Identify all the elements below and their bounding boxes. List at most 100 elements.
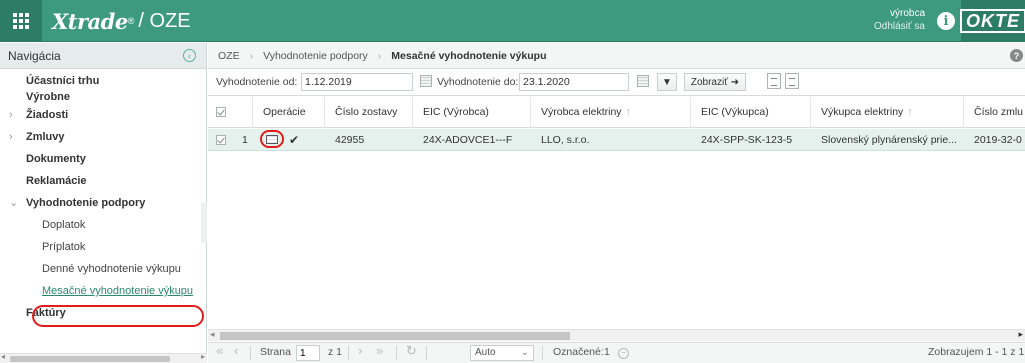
sidebar-header: Navigácia ‹	[0, 43, 206, 69]
pager-divider	[396, 346, 397, 360]
calendar-icon[interactable]	[637, 75, 649, 87]
navigation-sidebar: Navigácia ‹ Účastníci trhu Výrobne › Žiad…	[0, 43, 207, 363]
select-all-checkbox[interactable]	[216, 107, 226, 117]
grid-horizontal-scrollbar[interactable]: ◂ ▸	[208, 329, 1025, 341]
sidebar-scrollbar[interactable]: ◂ ▸	[0, 352, 207, 363]
export-excel-icon[interactable]	[767, 73, 781, 89]
logout-link[interactable]: Odhlásiť sa	[874, 20, 925, 33]
info-icon[interactable]: i	[937, 12, 955, 30]
grid-scroll-thumb[interactable]	[220, 332, 570, 340]
sidebar-item-reklamacie[interactable]: Reklamácie	[0, 170, 200, 192]
select-all-header[interactable]	[208, 97, 253, 128]
sidebar-menu: Účastníci trhu Výrobne › Žiadosti › Zmluvy…	[0, 70, 200, 324]
help-icon[interactable]: ?	[1010, 49, 1023, 62]
row-index: 1	[242, 134, 248, 146]
show-button-label: Zobraziť	[690, 76, 728, 88]
column-header-cislo-zmluvy[interactable]: Číslo zmlu	[964, 97, 1025, 128]
pager-divider	[348, 346, 349, 360]
chevron-down-icon: ⌄	[520, 347, 529, 358]
page-input[interactable]	[296, 345, 320, 361]
next-page-icon[interactable]: ›	[358, 343, 362, 358]
pager-divider	[542, 346, 543, 360]
cell-cislo-zmluvy: 2019-32-0	[974, 134, 1022, 146]
cell-vykupca: Slovenský plynárenský prie...	[821, 134, 957, 146]
sidebar-item-doplatok[interactable]: Doplatok	[0, 214, 200, 236]
sidebar-item-ziadosti[interactable]: › Žiadosti	[0, 104, 200, 126]
sidebar-title: Navigácia	[8, 48, 61, 63]
page-count: z 1	[328, 346, 343, 358]
first-page-icon[interactable]: «	[216, 343, 223, 358]
brand-name: Xtrade	[52, 8, 128, 34]
arrow-right-icon: ➜	[730, 76, 740, 88]
table-row[interactable]: 1 ✔ 42955 24X-ADOVCE1---F LLO, s.r.o. 24…	[208, 129, 1025, 151]
scroll-right-icon[interactable]: ▸	[1018, 329, 1023, 340]
chevron-down-icon: ⌄	[9, 197, 19, 209]
column-header-vykupca[interactable]: Výkupca elektriny ↑	[811, 97, 964, 128]
filter-icon[interactable]: ▼	[657, 73, 677, 91]
user-box: výrobca Odhlásiť sa	[874, 7, 925, 33]
filter-bar: Vyhodnotenie od: Vyhodnotenie do: ▼ Zobr…	[208, 69, 1025, 96]
brand-suffix: / OZE	[138, 9, 191, 32]
sidebar-item-mesacne-vyhodnotenie[interactable]: Mesačné vyhodnotenie výkupu	[0, 280, 200, 302]
active-item-highlight	[32, 305, 204, 327]
breadcrumb: OZE › Vyhodnotenie podpory › Mesačné vyh…	[208, 43, 1025, 69]
sidebar-item-vyrobne[interactable]: Výrobne	[0, 90, 200, 104]
grid-header: Operácie Číslo zostavy EIC (Výrobca) Výr…	[208, 97, 1025, 128]
sidebar-item-ucastnici-trhu[interactable]: Účastníci trhu	[0, 70, 200, 92]
app-header: Xtrade ® / OZE výrobca Odhlásiť sa i OKTE	[0, 0, 1025, 42]
cell-eic-vykupca: 24X-SPP-SK-123-5	[701, 134, 793, 146]
export-pdf-icon[interactable]	[785, 73, 799, 89]
breadcrumb-item[interactable]: OZE	[218, 50, 240, 62]
sidebar-splitter[interactable]	[201, 73, 207, 343]
date-from-label: Vyhodnotenie od:	[216, 76, 298, 88]
breadcrumb-separator: ›	[249, 49, 254, 62]
scroll-right-icon[interactable]: ▸	[201, 352, 205, 361]
sidebar-item-denne-vyhodnotenie[interactable]: Denné vyhodnotenie výkupu	[0, 258, 200, 280]
collapse-sidebar-icon[interactable]: ‹	[183, 49, 196, 62]
page-label: Strana	[260, 346, 291, 358]
sort-arrow-icon: ↑	[625, 106, 631, 118]
cell-eic-vyrobca: 24X-ADOVCE1---F	[423, 134, 513, 146]
scroll-left-icon[interactable]: ◂	[210, 329, 215, 340]
prev-page-icon[interactable]: ‹	[234, 343, 238, 358]
sidebar-item-dokumenty[interactable]: Dokumenty	[0, 148, 200, 170]
report-detail-icon[interactable]	[266, 135, 278, 144]
last-page-icon[interactable]: »	[376, 343, 383, 358]
sidebar-item-priplatok[interactable]: Príplatok	[0, 236, 200, 258]
checkmark-icon[interactable]: ✔	[289, 129, 299, 151]
pager: « ‹ Strana z 1 › » ↻ Auto ⌄ Označené: 1 …	[208, 342, 1025, 363]
calendar-icon[interactable]	[420, 75, 432, 87]
app-logo: Xtrade ® / OZE	[52, 8, 191, 34]
okte-logo: OKTE	[960, 0, 1025, 42]
page-size-value: Auto	[475, 347, 496, 358]
sidebar-scroll-thumb[interactable]	[10, 356, 170, 362]
refresh-icon[interactable]: ↻	[406, 343, 417, 359]
date-to-label: Vyhodnotenie do:	[437, 76, 519, 88]
breadcrumb-separator: ›	[377, 49, 382, 62]
clear-selection-icon[interactable]: −	[618, 348, 629, 359]
show-button[interactable]: Zobraziť ➜	[684, 73, 746, 91]
apps-grid-icon[interactable]	[0, 0, 42, 42]
column-header-cislo-zostavy[interactable]: Číslo zostavy	[325, 97, 413, 128]
column-header-eic-vyrobca[interactable]: EIC (Výrobca)	[413, 97, 531, 128]
column-header-operacie[interactable]: Operácie	[253, 97, 325, 128]
date-to-input[interactable]	[519, 73, 629, 91]
marked-count: 1	[604, 346, 610, 358]
column-header-vyrobca[interactable]: Výrobca elektriny ↑	[531, 97, 691, 128]
chevron-right-icon: ›	[9, 109, 13, 121]
row-checkbox[interactable]	[216, 135, 226, 145]
main-content: OZE › Vyhodnotenie podpory › Mesačné vyh…	[208, 43, 1025, 363]
cell-cislo-zostavy: 42955	[335, 134, 365, 146]
pager-divider	[250, 346, 251, 360]
date-from-input[interactable]	[301, 73, 413, 91]
column-header-eic-vykupca[interactable]: EIC (Výkupca)	[691, 97, 811, 128]
breadcrumb-item[interactable]: Vyhodnotenie podpory	[263, 50, 368, 62]
breadcrumb-current: Mesačné vyhodnotenie výkupu	[391, 49, 547, 62]
page-size-select[interactable]: Auto ⌄	[470, 345, 534, 361]
sidebar-item-zmluvy[interactable]: › Zmluvy	[0, 126, 200, 148]
sidebar-item-vyhodnotenie-podpory[interactable]: ⌄ Vyhodnotenie podpory	[0, 192, 200, 214]
pager-divider	[426, 346, 427, 360]
user-name: výrobca	[889, 8, 925, 19]
scroll-left-icon[interactable]: ◂	[1, 352, 5, 361]
marked-label: Označené:	[553, 346, 604, 358]
